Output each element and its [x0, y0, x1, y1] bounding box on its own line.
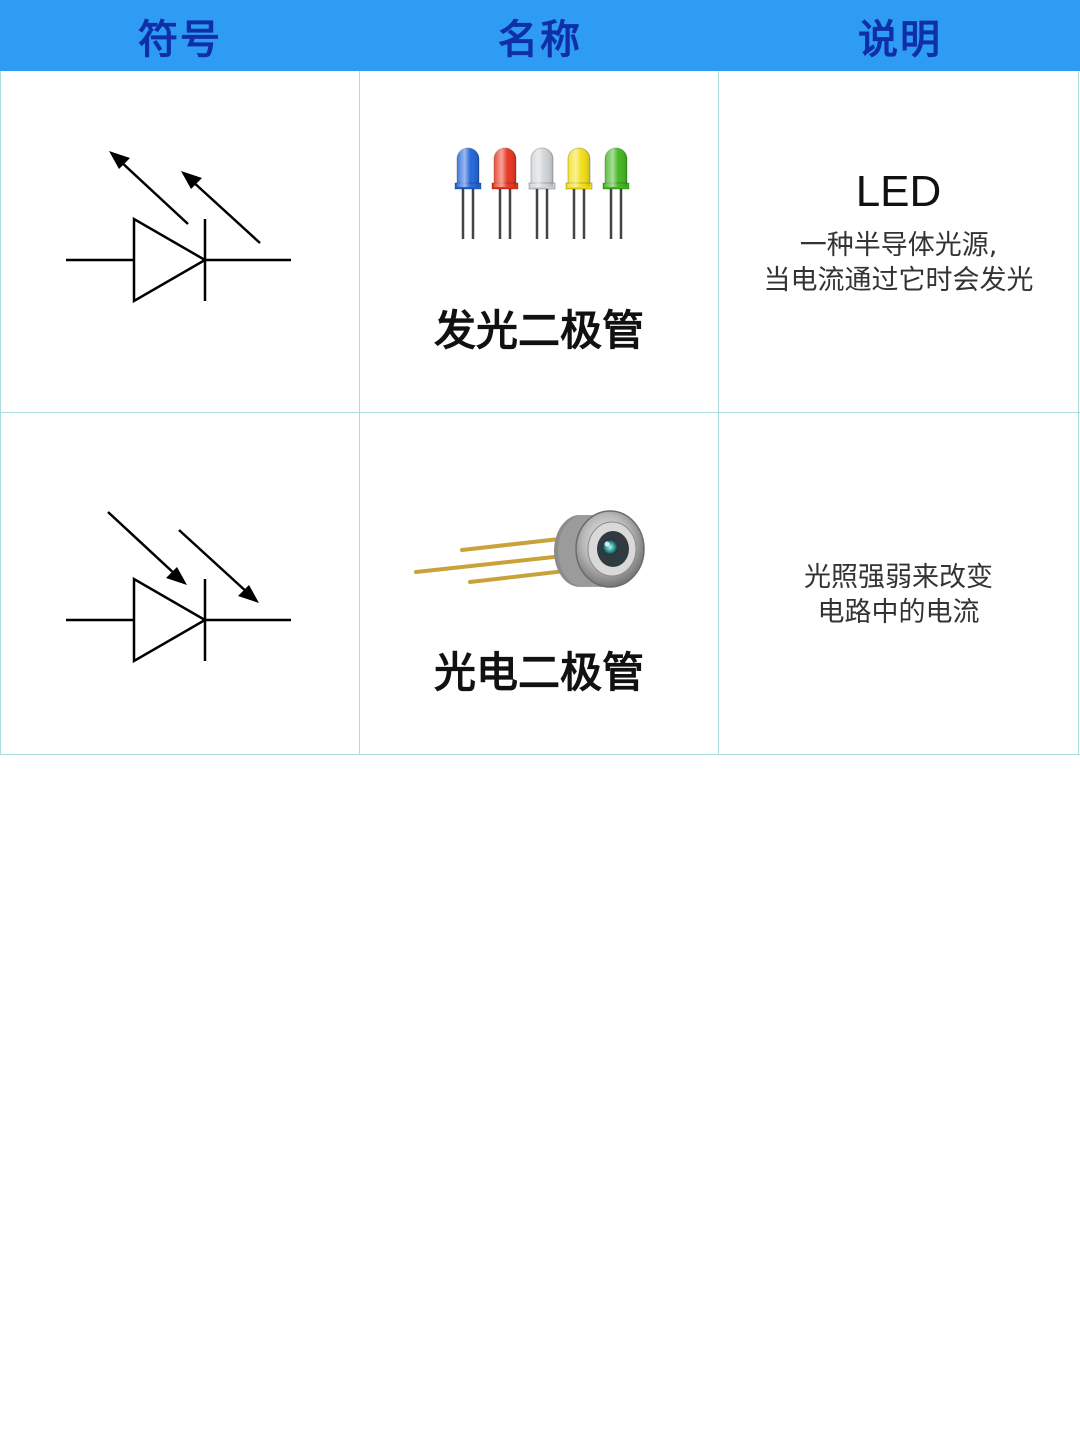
led-abbreviation: LED — [855, 167, 942, 216]
led-name: 发光二极管 — [433, 306, 644, 355]
photodiode-desc-line-2: 电路中的电流 — [817, 597, 980, 628]
photodiode-name: 光电二极管 — [433, 648, 644, 697]
led-desc-line-2: 当电流通过它时会发光 — [763, 265, 1034, 296]
led-name-cell: 发光二极管 — [359, 71, 718, 412]
photodiode-symbol-cell — [0, 413, 359, 754]
led-desc-cell: LED 一种半导体光源, 当电流通过它时会发光 — [718, 71, 1079, 412]
led-bulb — [491, 147, 519, 239]
photodiode-symbol-icon — [66, 511, 291, 664]
led-symbol-icon — [66, 151, 291, 304]
photodiode-name-cell: 光电二极管 — [359, 413, 718, 754]
header-symbol: 符号 — [138, 16, 222, 63]
led-bulb — [602, 147, 630, 239]
photodiode-desc-line-1: 光照强弱来改变 — [804, 562, 993, 593]
led-symbol-cell — [0, 71, 359, 412]
table-row-photodiode: 光电二极管 光照强弱来改变 电路中的电流 — [0, 413, 1080, 755]
table-row-led: 发光二极管 LED 一种半导体光源, 当电流通过它时会发光 — [0, 71, 1080, 413]
table-header: 符号 名称 说明 — [0, 0, 1080, 71]
component-table: 符号 名称 说明 发光二极管 LED 一种半导体光源, 当电流通过它时会发光 光… — [0, 0, 1080, 755]
photodiode-desc-cell: 光照强弱来改变 电路中的电流 — [718, 413, 1079, 754]
header-name: 名称 — [498, 16, 582, 63]
led-bulb — [454, 147, 482, 239]
led-desc-line-1: 一种半导体光源, — [799, 230, 998, 261]
header-description: 说明 — [858, 16, 942, 63]
led-photo — [454, 147, 630, 239]
led-bulb — [565, 147, 593, 239]
photodiode-photo — [414, 510, 645, 588]
led-bulb — [528, 147, 556, 239]
